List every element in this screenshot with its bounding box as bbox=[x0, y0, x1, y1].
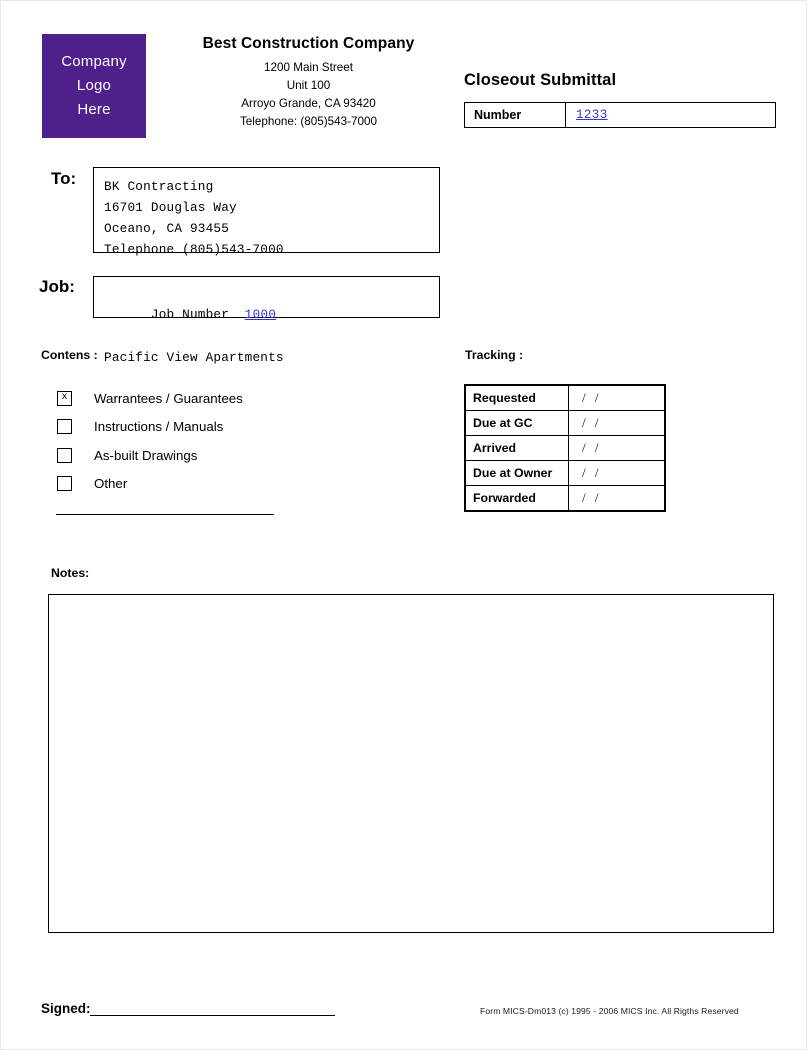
company-logo-placeholder: Company Logo Here bbox=[42, 34, 146, 138]
company-address-line-2: Unit 100 bbox=[286, 79, 331, 93]
job-number-line: Job Number 1000 bbox=[104, 283, 439, 347]
to-line-4: Telephone (805)543-7000 bbox=[104, 242, 284, 258]
checkbox-other[interactable] bbox=[57, 476, 72, 492]
tracking-date-forwarded[interactable]: / / bbox=[568, 485, 665, 511]
checkbox-label-other: Other bbox=[94, 476, 128, 492]
table-row[interactable]: Due at GC / / bbox=[465, 410, 665, 436]
checkbox-label-instructions-manuals: Instructions / Manuals bbox=[94, 419, 224, 435]
table-row[interactable]: Requested / / bbox=[465, 385, 665, 411]
to-line-1: BK Contracting bbox=[104, 179, 214, 194]
submittal-number-table: Number 1233 bbox=[464, 102, 776, 128]
contents-section-label: Contens : bbox=[41, 348, 98, 362]
company-header: Best Construction Company 1200 Main Stre… bbox=[151, 35, 466, 132]
job-info-box[interactable]: Job Number 1000 Pacific View Apartments bbox=[93, 276, 440, 365]
to-line-3: Oceano, CA 93455 bbox=[104, 221, 230, 237]
submittal-number-label: Number bbox=[465, 103, 566, 127]
footer-copyright: Form MICS-Dm013 (c) 1995 - 2006 MICS Inc… bbox=[480, 1006, 739, 1016]
tracking-label-arrived: Arrived bbox=[465, 435, 569, 461]
list-item[interactable]: x Warrantees / Guarantees bbox=[57, 384, 357, 413]
company-address-line-1: 1200 Main Street bbox=[263, 61, 353, 74]
notes-textarea[interactable] bbox=[48, 594, 774, 933]
tracking-label-due-at-owner: Due at Owner bbox=[465, 460, 569, 486]
submittal-number-value[interactable]: 1233 bbox=[576, 108, 608, 122]
tracking-table: Requested / / Due at GC / / Arrived / / … bbox=[464, 384, 666, 512]
page-title: Closeout Submittal bbox=[464, 71, 617, 89]
tracking-label-due-at-gc: Due at GC bbox=[465, 410, 569, 436]
list-item[interactable]: As-built Drawings bbox=[57, 441, 357, 470]
company-telephone: Telephone: (805)543-7000 bbox=[239, 115, 378, 129]
submittal-number-cell[interactable]: 1233 bbox=[566, 103, 775, 127]
tracking-date-due-at-gc[interactable]: / / bbox=[568, 410, 665, 436]
logo-line-2: Logo bbox=[76, 76, 112, 94]
checkbox-label-warrantees-guarantees: Warrantees / Guarantees bbox=[94, 390, 243, 406]
table-row[interactable]: Arrived / / bbox=[465, 435, 665, 461]
other-write-in-line[interactable] bbox=[56, 514, 274, 515]
checkbox-instructions-manuals[interactable] bbox=[57, 419, 72, 435]
logo-line-1: Company bbox=[61, 52, 127, 70]
to-label: To: bbox=[51, 169, 77, 188]
tracking-label-forwarded: Forwarded bbox=[465, 485, 569, 511]
tracking-date-requested[interactable]: / / bbox=[568, 385, 665, 411]
closeout-submittal-form: Company Logo Here Best Construction Comp… bbox=[0, 0, 807, 1050]
tracking-date-arrived[interactable]: / / bbox=[568, 435, 665, 461]
job-number-value[interactable]: 1000 bbox=[245, 308, 277, 322]
checkbox-label-as-built-drawings: As-built Drawings bbox=[94, 447, 198, 463]
contents-checkbox-list: x Warrantees / Guarantees Instructions /… bbox=[57, 384, 357, 498]
table-row[interactable]: Forwarded / / bbox=[465, 485, 665, 511]
job-name: Pacific View Apartments bbox=[104, 349, 284, 365]
checkbox-as-built-drawings[interactable] bbox=[57, 447, 72, 463]
tracking-section-label: Tracking : bbox=[465, 348, 524, 362]
to-address-box[interactable]: BK Contracting 16701 Douglas Way Oceano,… bbox=[93, 167, 440, 257]
job-label: Job: bbox=[39, 277, 75, 296]
list-item[interactable]: Other bbox=[57, 470, 357, 499]
tracking-date-due-at-owner[interactable]: / / bbox=[568, 460, 665, 486]
tracking-label-requested: Requested bbox=[465, 385, 569, 411]
logo-line-3: Here bbox=[77, 101, 111, 119]
list-item[interactable]: Instructions / Manuals bbox=[57, 413, 357, 442]
company-name: Best Construction Company bbox=[202, 35, 415, 52]
to-line-2: 16701 Douglas Way bbox=[104, 200, 237, 216]
job-number-label: Job Number bbox=[150, 307, 230, 323]
table-row[interactable]: Due at Owner / / bbox=[465, 460, 665, 486]
company-address-line-3: Arroyo Grande, CA 93420 bbox=[241, 97, 376, 111]
notes-label: Notes: bbox=[51, 566, 90, 580]
signed-label: Signed: bbox=[41, 1001, 91, 1016]
checkbox-warrantees-guarantees[interactable]: x bbox=[57, 390, 72, 406]
signature-line[interactable] bbox=[90, 1015, 335, 1016]
